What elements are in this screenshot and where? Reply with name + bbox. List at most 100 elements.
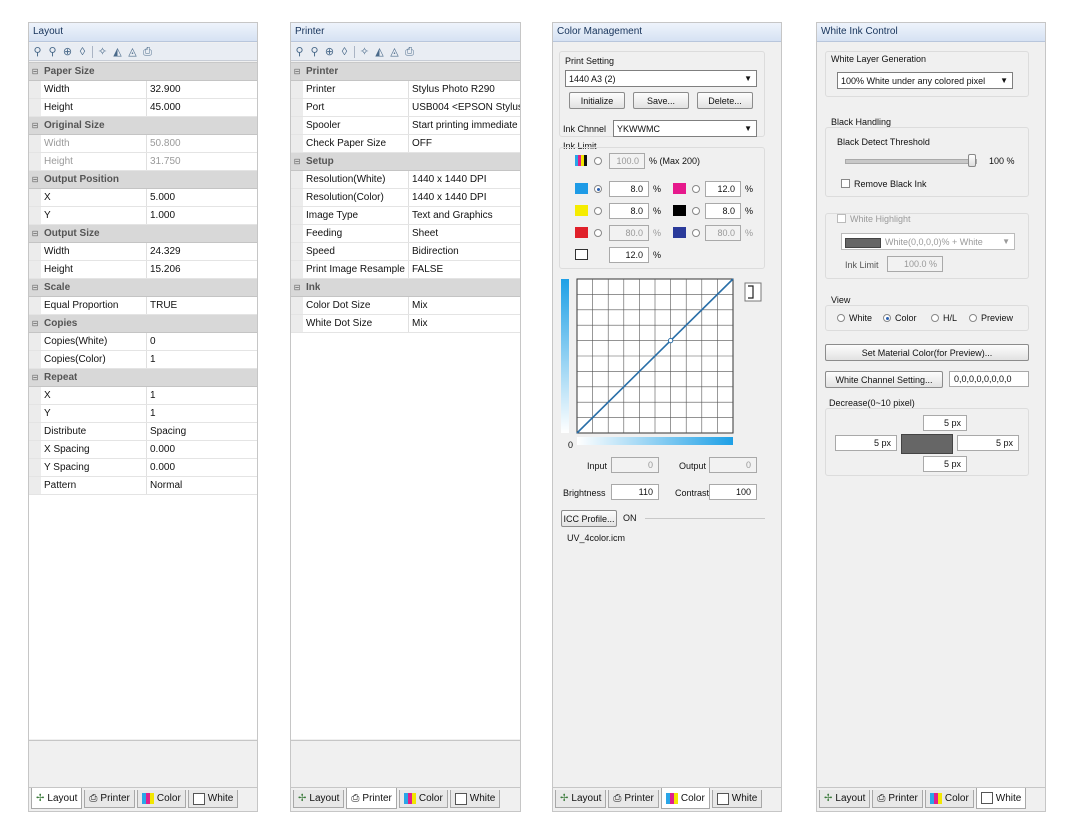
output-value[interactable]: 0	[709, 457, 757, 473]
property-value[interactable]: Normal	[147, 477, 257, 494]
blue-limit-input[interactable]: 80.0	[705, 225, 741, 241]
property-value[interactable]: Stylus Photo R290	[409, 81, 520, 98]
property-row[interactable]: Spooler Start printing immediate	[291, 117, 520, 135]
tab-printer[interactable]: ⎙ Printer	[608, 790, 659, 808]
collapse-icon[interactable]: ◊	[77, 45, 88, 59]
property-value[interactable]: 32.900	[147, 81, 257, 98]
collapse-toggle-icon[interactable]: ⊟	[29, 63, 41, 80]
collapse-toggle-icon[interactable]: ⊟	[29, 315, 41, 332]
highlight-ink-limit-input[interactable]: 100.0 %	[887, 256, 943, 272]
print-preview-icon[interactable]: ⎙	[404, 45, 415, 59]
delete-button[interactable]: Delete...	[697, 92, 753, 109]
collapse-icon[interactable]: ◊	[339, 45, 350, 59]
decrease-right-input[interactable]: 5 px	[957, 435, 1019, 451]
flip-icon[interactable]: ◭	[112, 45, 123, 59]
collapse-toggle-icon[interactable]: ⊟	[29, 117, 41, 134]
property-value[interactable]: 1440 x 1440 DPI	[409, 171, 520, 188]
property-row[interactable]: Resolution(White) 1440 x 1440 DPI	[291, 171, 520, 189]
property-row[interactable]: White Dot Size Mix	[291, 315, 520, 333]
property-value[interactable]: 1440 x 1440 DPI	[409, 189, 520, 206]
expand-icon[interactable]: ⊕	[62, 45, 73, 59]
red-radio[interactable]	[594, 229, 602, 237]
property-row[interactable]: Check Paper Size OFF	[291, 135, 520, 153]
yellow-limit-input[interactable]: 8.0	[609, 203, 649, 219]
icc-profile-button[interactable]: ICC Profile...	[561, 510, 617, 527]
flip-icon[interactable]: ◭	[374, 45, 385, 59]
cyan-limit-input[interactable]: 8.0	[609, 181, 649, 197]
view-hl-radio[interactable]	[931, 314, 939, 322]
property-value[interactable]: Start printing immediate	[409, 117, 520, 134]
decrease-top-input[interactable]: 5 px	[923, 415, 967, 431]
collapse-toggle-icon[interactable]: ⊟	[291, 279, 303, 296]
print-preview-icon[interactable]: ⎙	[142, 45, 153, 59]
set-material-color-button[interactable]: Set Material Color(for Preview)...	[825, 344, 1029, 361]
mirror-icon[interactable]: ◬	[389, 45, 400, 59]
blue-radio[interactable]	[692, 229, 700, 237]
property-row[interactable]: Width 24.329	[29, 243, 257, 261]
black-limit-input[interactable]: 8.0	[705, 203, 741, 219]
property-row[interactable]: Equal Proportion TRUE	[29, 297, 257, 315]
property-row[interactable]: Resolution(Color) 1440 x 1440 DPI	[291, 189, 520, 207]
property-row[interactable]: Color Dot Size Mix	[291, 297, 520, 315]
property-value[interactable]: 1	[147, 405, 257, 422]
white-channel-setting-button[interactable]: White Channel Setting...	[825, 371, 943, 388]
mirror-icon[interactable]: ◬	[127, 45, 138, 59]
property-value[interactable]: Bidirection	[409, 243, 520, 260]
white-limit-input[interactable]: 12.0	[609, 247, 649, 263]
property-row[interactable]: Y 1.000	[29, 207, 257, 225]
property-value[interactable]: 24.329	[147, 243, 257, 260]
category-row[interactable]: ⊟ Original Size	[29, 117, 257, 135]
category-row[interactable]: ⊟ Printer	[291, 63, 520, 81]
total-ink-limit-input[interactable]: 100.0	[609, 153, 645, 169]
category-row[interactable]: ⊟ Paper Size	[29, 63, 257, 81]
black-threshold-slider[interactable]	[845, 154, 977, 167]
property-row[interactable]: Y1	[29, 405, 257, 423]
red-limit-input[interactable]: 80.0	[609, 225, 649, 241]
category-row[interactable]: ⊟ Ink	[291, 279, 520, 297]
category-row[interactable]: ⊟ Repeat	[29, 369, 257, 387]
initialize-button[interactable]: Initialize	[569, 92, 625, 109]
yellow-radio[interactable]	[594, 207, 602, 215]
view-white-radio[interactable]	[837, 314, 845, 322]
tab-layout[interactable]: ✢ Layout	[31, 788, 83, 809]
view-color-radio[interactable]	[883, 314, 891, 322]
property-row[interactable]: Feeding Sheet	[291, 225, 520, 243]
decrease-left-input[interactable]: 5 px	[835, 435, 897, 451]
property-value[interactable]: 15.206	[147, 261, 257, 278]
property-row[interactable]: Y Spacing 0.000	[29, 459, 257, 477]
property-value[interactable]: 45.000	[147, 99, 257, 116]
ink-channel-select[interactable]: YKWWMC ▼	[613, 120, 757, 137]
white-channel-value[interactable]: 0,0,0,0,0,0,0,0	[949, 371, 1029, 387]
highlight-select[interactable]: White(0,0,0,0)% + White ▼	[841, 233, 1015, 250]
tab-color[interactable]: Color	[136, 790, 186, 808]
property-value[interactable]: Sheet	[409, 225, 520, 242]
property-row[interactable]: Speed Bidirection	[291, 243, 520, 261]
property-row[interactable]: Pattern Normal	[29, 477, 257, 495]
sort-categorized-icon[interactable]: ⚲	[294, 45, 305, 59]
category-row[interactable]: ⊟ Scale	[29, 279, 257, 297]
position-icon[interactable]: ✧	[359, 45, 370, 59]
collapse-toggle-icon[interactable]: ⊟	[29, 369, 41, 386]
white-highlight-checkbox[interactable]	[837, 214, 846, 223]
position-icon[interactable]: ✧	[97, 45, 108, 59]
cyan-radio[interactable]	[594, 185, 602, 193]
collapse-toggle-icon[interactable]: ⊟	[29, 171, 41, 188]
property-row[interactable]: Width 50.800	[29, 135, 257, 153]
property-value[interactable]: 50.800	[147, 135, 257, 152]
property-value[interactable]: OFF	[409, 135, 520, 152]
property-value[interactable]: 0.000	[147, 441, 257, 458]
tab-color[interactable]: Color	[660, 788, 710, 809]
collapse-toggle-icon[interactable]: ⊟	[291, 63, 303, 80]
property-value[interactable]: USB004 <EPSON Stylus	[409, 99, 520, 116]
category-row[interactable]: ⊟ Setup	[291, 153, 520, 171]
tab-layout[interactable]: ✢ Layout	[819, 790, 871, 808]
property-value[interactable]: Text and Graphics	[409, 207, 520, 224]
property-row[interactable]: Distribute Spacing	[29, 423, 257, 441]
property-value[interactable]: 1	[147, 351, 257, 368]
contrast-input[interactable]: 100	[709, 484, 757, 500]
property-value[interactable]: TRUE	[147, 297, 257, 314]
total-ink-radio[interactable]	[594, 157, 602, 165]
tab-white[interactable]: White	[449, 790, 501, 808]
tab-color[interactable]: Color	[398, 790, 448, 808]
remove-black-checkbox[interactable]	[841, 179, 850, 188]
